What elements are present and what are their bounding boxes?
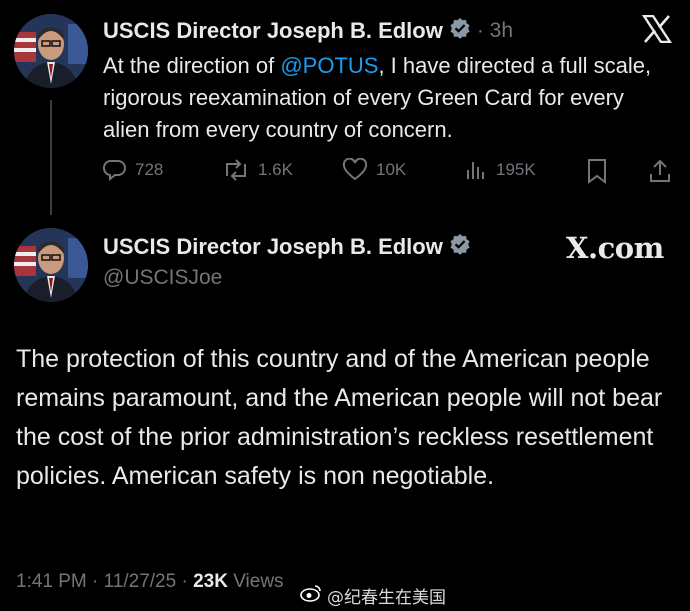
views-button[interactable]: 195K [464, 158, 536, 182]
bookmark-icon [586, 158, 608, 184]
repost-count: 1.6K [258, 160, 293, 179]
avatar[interactable] [14, 228, 88, 302]
like-icon [342, 158, 368, 182]
avatar-image [14, 14, 88, 88]
like-count: 10K [376, 160, 407, 179]
views-total: 23K [193, 571, 228, 592]
share-icon [648, 158, 672, 184]
reply-text-start: At the direction of [103, 53, 281, 78]
main-tweet-text: The protection of this country and of th… [16, 345, 663, 490]
share-button[interactable] [648, 158, 672, 184]
views-count: 195K [496, 160, 536, 179]
repost-button[interactable]: 1.6K [222, 158, 293, 182]
bookmark-button[interactable] [586, 158, 608, 184]
avatar[interactable] [14, 14, 88, 88]
avatar-image [14, 228, 88, 302]
reply-icon [103, 158, 127, 182]
reply-count: 728 [135, 160, 164, 179]
like-button[interactable]: 10K [342, 158, 406, 182]
reply-tweet-text: At the direction of @POTUS, I have direc… [103, 50, 673, 146]
reply-button[interactable]: 728 [103, 158, 163, 182]
watermark: @纪春生在美国 [300, 583, 446, 608]
verified-badge-icon [449, 233, 471, 260]
author-name[interactable]: USCIS Director Joseph B. Edlow [103, 18, 443, 44]
mention-link[interactable]: @POTUS [280, 53, 378, 78]
weibo-icon [300, 584, 322, 607]
reply-header: USCIS Director Joseph B. Edlow · 3h [103, 17, 513, 44]
views-icon [464, 158, 488, 182]
watermark-text: @纪春生在美国 [327, 588, 446, 608]
tweet-timestamp[interactable]: 1:41 PM · 11/27/25 · [16, 571, 193, 592]
author-handle[interactable]: @USCISJoe [103, 266, 222, 290]
main-header: USCIS Director Joseph B. Edlow [103, 233, 471, 260]
site-label: X.com [566, 231, 664, 265]
author-name[interactable]: USCIS Director Joseph B. Edlow [103, 234, 443, 260]
thread-line [50, 100, 52, 215]
views-label: Views [227, 571, 284, 592]
tweet-time[interactable]: · 3h [477, 19, 513, 43]
verified-badge-icon [449, 17, 471, 44]
repost-icon [222, 158, 250, 182]
tweet-meta: 1:41 PM · 11/27/25 · 23K Views [16, 571, 284, 593]
x-logo-icon[interactable] [641, 14, 673, 48]
